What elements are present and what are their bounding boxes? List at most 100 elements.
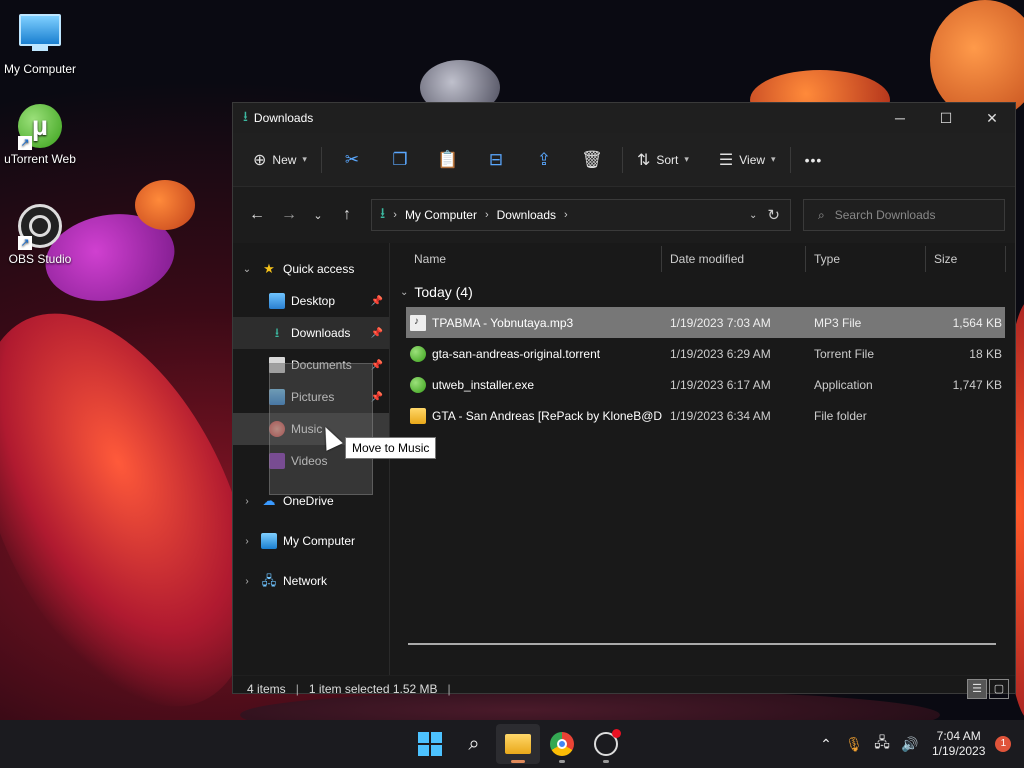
view-button[interactable]: ☰ View ▾: [711, 144, 784, 176]
sidebar-item-label: Network: [283, 574, 328, 588]
cloud-icon: ☁: [262, 493, 276, 508]
minimize-button[interactable]: ─: [877, 103, 923, 133]
recent-locations-chevron-icon[interactable]: ⌄: [305, 209, 331, 222]
file-date: 1/19/2023 6:34 AM: [670, 408, 771, 423]
chevron-right-icon[interactable]: ›: [233, 536, 261, 547]
navigation-pane: ⌄ ★ Quick access Desktop 📌 ⭳ Downloads 📌…: [233, 243, 390, 675]
sidebar-item-my-computer[interactable]: › My Computer: [233, 525, 389, 557]
sidebar-item-downloads[interactable]: ⭳ Downloads 📌: [233, 317, 389, 349]
clock-time: 7:04 AM: [936, 729, 981, 743]
table-row[interactable]: gta-san-andreas-original.torrent 1/19/20…: [406, 338, 1005, 369]
table-row[interactable]: GTA - San Andreas [RePack by KloneB@D...…: [406, 400, 1005, 431]
maximize-button[interactable]: ☐: [923, 103, 969, 133]
horizontal-scrollbar[interactable]: [408, 643, 996, 645]
desktop-icon-label: My Computer: [3, 62, 77, 76]
download-icon: ⭳: [380, 204, 386, 222]
star-icon: ★: [263, 261, 275, 276]
desktop-icon-obs-studio[interactable]: ↗ OBS Studio: [0, 204, 80, 266]
search-input[interactable]: ⌕ Search Downloads: [803, 199, 1005, 231]
chevron-down-icon[interactable]: ⌄: [233, 264, 261, 275]
forward-arrow-icon[interactable]: →: [273, 206, 305, 224]
status-bar: 4 items | 1 item selected 1.52 MB | ☰ ▢: [233, 675, 1015, 701]
system-tray: ⌃ 🎙 🖧 🔊 7:04 AM 1/19/2023 1: [812, 720, 1012, 768]
up-arrow-icon[interactable]: ↑: [331, 206, 363, 224]
file-explorer-window: ⭳ Downloads ─ ☐ ✕ ⊕ New ▾ ✂ ❐ 📋 ⊟ ⇪ 🗑 ⇅ …: [232, 102, 1016, 699]
close-button[interactable]: ✕: [969, 103, 1015, 133]
search-icon: ⌕: [818, 207, 825, 222]
chevron-up-icon[interactable]: ⌃: [812, 736, 840, 753]
column-header-date-modified[interactable]: Date modified: [662, 245, 806, 272]
title-bar[interactable]: ⭳ Downloads ─ ☐ ✕: [233, 103, 1015, 133]
table-row[interactable]: TPABMA - Yobnutaya.mp3 1/19/2023 7:03 AM…: [406, 307, 1005, 338]
details-view-icon[interactable]: ☰: [967, 678, 987, 699]
column-header-name[interactable]: Name: [390, 245, 662, 272]
chevron-down-icon[interactable]: ⌄: [400, 287, 408, 298]
taskbar-file-explorer[interactable]: [496, 724, 540, 764]
navigation-bar: ← → ⌄ ↑ ⭳ › My Computer › Downloads › ⌄ …: [233, 187, 1015, 243]
microphone-icon[interactable]: 🎙: [840, 736, 868, 753]
chevron-right-icon[interactable]: ›: [233, 576, 261, 587]
breadcrumb-chevron-icon[interactable]: ›: [393, 209, 397, 221]
large-icons-view-icon[interactable]: ▢: [989, 678, 1009, 699]
toolbar-divider: [621, 146, 623, 173]
breadcrumb-chevron-icon[interactable]: ›: [564, 209, 568, 221]
search-icon: ⌕: [468, 732, 480, 755]
sidebar-item-desktop[interactable]: Desktop 📌: [233, 285, 389, 317]
address-bar[interactable]: ⭳ › My Computer › Downloads › ⌄ ↻: [371, 199, 791, 231]
file-size: 18 KB: [969, 346, 1002, 361]
delete-icon[interactable]: 🗑: [568, 144, 616, 176]
status-divider: |: [295, 681, 299, 696]
file-list: Name Date modified Type Size ⌄ Today (4)…: [390, 243, 1015, 675]
sidebar-item-network[interactable]: › 🖧 Network: [233, 565, 389, 597]
sidebar-item-quick-access[interactable]: ⌄ ★ Quick access: [233, 253, 389, 285]
chevron-down-icon: ▾: [771, 154, 776, 164]
clock[interactable]: 7:04 AM 1/19/2023: [932, 729, 985, 759]
copy-icon[interactable]: ❐: [376, 144, 424, 176]
rename-icon[interactable]: ⊟: [472, 144, 520, 176]
sidebar-item-label: Quick access: [283, 262, 355, 276]
new-button-label: New: [272, 152, 297, 167]
audio-file-icon: [410, 314, 426, 331]
command-bar: ⊕ New ▾ ✂ ❐ 📋 ⊟ ⇪ 🗑 ⇅ Sort ▾ ☰ View ▾ ••…: [233, 133, 1015, 187]
start-button[interactable]: [408, 724, 452, 764]
cut-icon[interactable]: ✂: [328, 144, 376, 176]
column-header-size[interactable]: Size: [926, 245, 1006, 272]
network-icon: 🖧: [261, 573, 277, 588]
desktop-icon-utorrent-web[interactable]: µ ↗ uTorrent Web: [0, 104, 80, 166]
volume-icon[interactable]: 🔊: [896, 736, 924, 753]
taskbar-search-button[interactable]: ⌕: [452, 724, 496, 764]
refresh-icon[interactable]: ↻: [767, 206, 780, 224]
clock-date: 1/19/2023: [932, 744, 986, 758]
obs-icon: [594, 729, 621, 756]
address-history-chevron-icon[interactable]: ⌄: [749, 210, 757, 221]
taskbar-obs-studio[interactable]: [584, 724, 628, 764]
new-button[interactable]: ⊕ New ▾: [245, 144, 315, 176]
breadcrumb-my-computer[interactable]: My Computer: [405, 208, 477, 222]
breadcrumb-downloads[interactable]: Downloads: [497, 208, 556, 222]
paste-icon[interactable]: 📋: [424, 144, 472, 176]
selection-info: 1 item selected 1.52 MB: [308, 681, 438, 696]
download-icon: ⭳: [243, 108, 248, 124]
network-icon[interactable]: 🖧: [868, 732, 896, 756]
running-indicator: [559, 760, 565, 763]
view-button-label: View: [739, 152, 766, 167]
desktop-icon-label: uTorrent Web: [4, 152, 76, 166]
share-icon[interactable]: ⇪: [520, 144, 568, 176]
notification-badge[interactable]: 1: [995, 736, 1012, 752]
running-indicator: [603, 760, 609, 763]
taskbar-chrome[interactable]: [540, 724, 584, 764]
breadcrumb-chevron-icon[interactable]: ›: [485, 209, 489, 221]
group-header-today[interactable]: ⌄ Today (4): [390, 277, 1015, 307]
monitor-icon: [261, 533, 277, 549]
more-options-button[interactable]: •••: [797, 144, 831, 176]
table-row[interactable]: utweb_installer.exe 1/19/2023 6:17 AM Ap…: [406, 369, 1005, 400]
utorrent-icon: [410, 345, 426, 362]
toolbar-divider: [789, 146, 791, 173]
sort-icon: ⇅: [636, 151, 651, 169]
desktop-icon-my-computer[interactable]: My Computer: [0, 8, 80, 76]
chevron-right-icon[interactable]: ›: [233, 496, 261, 507]
sort-button[interactable]: ⇅ Sort ▾: [629, 144, 697, 176]
back-arrow-icon[interactable]: ←: [241, 206, 273, 224]
column-header-type[interactable]: Type: [806, 245, 926, 272]
chevron-down-icon: ▾: [684, 154, 689, 164]
